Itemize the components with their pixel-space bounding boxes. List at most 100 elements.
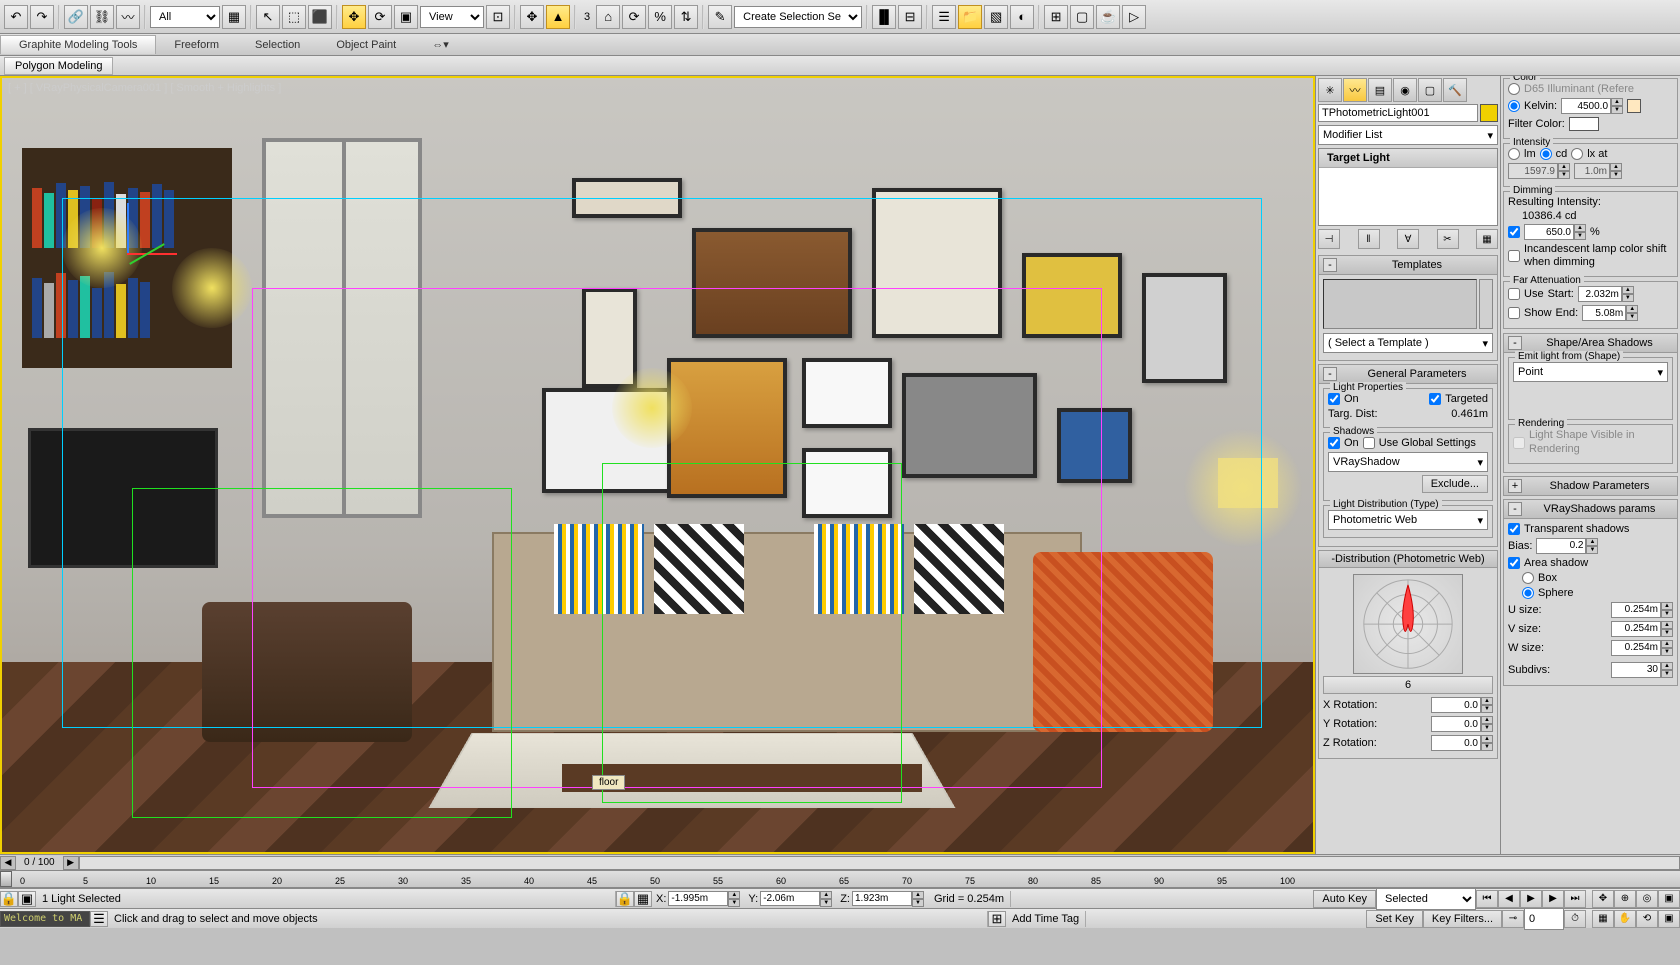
dimming-checkbox[interactable]: [1508, 226, 1520, 238]
manipulate-button[interactable]: ✥: [520, 5, 544, 29]
xrot-dn[interactable]: ▼: [1481, 705, 1493, 713]
tab-graphite[interactable]: Graphite Modeling Tools: [0, 35, 156, 54]
template-dropdown[interactable]: ( Select a Template ): [1323, 333, 1493, 353]
hierarchy-tab[interactable]: ▤: [1368, 78, 1392, 102]
y-input[interactable]: [760, 891, 820, 906]
template-scroll[interactable]: [1479, 279, 1493, 329]
next-frame-button[interactable]: ▶: [1542, 890, 1564, 908]
viewport-nav-1[interactable]: ✥: [1592, 890, 1614, 908]
pivot-button[interactable]: ⊡: [486, 5, 510, 29]
add-time-tag[interactable]: Add Time Tag: [1006, 911, 1086, 927]
box-radio[interactable]: [1522, 572, 1534, 584]
render-button[interactable]: ☕: [1096, 5, 1120, 29]
yrot-dn[interactable]: ▼: [1481, 724, 1493, 732]
polygon-modeling-tab[interactable]: Polygon Modeling: [4, 57, 113, 75]
make-unique-button[interactable]: ∀: [1397, 229, 1419, 249]
undo-button[interactable]: ↶: [4, 5, 28, 29]
timeline-ruler[interactable]: 0510152025303540455055606570758085909510…: [0, 870, 1680, 888]
key-mode-dropdown[interactable]: Selected: [1376, 888, 1476, 910]
general-params-rollout-header[interactable]: -General Parameters: [1318, 364, 1498, 384]
time-tag-icon[interactable]: ⊞: [988, 911, 1006, 927]
pin-stack-button[interactable]: ⊣: [1318, 229, 1340, 249]
photometric-web-preview[interactable]: [1353, 574, 1463, 674]
stack-target-light[interactable]: Target Light: [1319, 149, 1497, 168]
modify-tab[interactable]: 〰: [1343, 78, 1367, 102]
x-input[interactable]: [668, 891, 728, 906]
viewport-nav-8[interactable]: ▣: [1658, 910, 1680, 928]
sphere-radio[interactable]: [1522, 587, 1534, 599]
create-tab[interactable]: ✳: [1318, 78, 1342, 102]
set-key-button[interactable]: Set Key: [1366, 910, 1423, 928]
exclude-button[interactable]: Exclude...: [1422, 475, 1488, 493]
select-object-button[interactable]: ↖: [256, 5, 280, 29]
tab-object-paint[interactable]: Object Paint: [318, 36, 414, 54]
subdivs-input[interactable]: [1611, 662, 1661, 678]
viewport-nav-4[interactable]: ▣: [1658, 890, 1680, 908]
zrot-input[interactable]: [1431, 735, 1481, 751]
modifier-list-dropdown[interactable]: Modifier List: [1318, 125, 1498, 145]
lock-button[interactable]: 🔒: [0, 891, 18, 907]
prev-frame-button[interactable]: ◀: [1498, 890, 1520, 908]
show-end-result-button[interactable]: ‖: [1358, 229, 1380, 249]
modifier-stack[interactable]: Target Light: [1318, 148, 1498, 226]
render-last-button[interactable]: ▷: [1122, 5, 1146, 29]
bind-button[interactable]: 〰: [116, 5, 140, 29]
ribbon-minimize-button[interactable]: ⇔▾: [414, 35, 467, 54]
shadows-on-checkbox[interactable]: [1328, 437, 1340, 449]
ref-coord-dropdown[interactable]: View: [420, 6, 484, 28]
lm-radio[interactable]: [1508, 148, 1520, 160]
targeted-checkbox[interactable]: [1429, 393, 1441, 405]
xrot-input[interactable]: [1431, 697, 1481, 713]
far-end-input[interactable]: [1582, 305, 1626, 321]
filter-color-swatch[interactable]: [1569, 117, 1599, 131]
light-on-checkbox[interactable]: [1328, 393, 1340, 405]
area-shadow-checkbox[interactable]: [1508, 557, 1520, 569]
play-button[interactable]: ▶: [1520, 890, 1542, 908]
viewport-nav-3[interactable]: ◎: [1636, 890, 1658, 908]
timeline-thumb[interactable]: [0, 871, 12, 887]
current-frame-input[interactable]: [1524, 908, 1564, 930]
bias-input[interactable]: [1536, 538, 1586, 554]
redo-button[interactable]: ↷: [30, 5, 54, 29]
keyboard-shortcut-button[interactable]: ▲: [546, 5, 570, 29]
select-crossing-button[interactable]: ▦: [222, 5, 246, 29]
scroll-track[interactable]: [79, 856, 1680, 870]
usize-input[interactable]: [1611, 602, 1661, 618]
spinner-snap-button[interactable]: ⇅: [674, 5, 698, 29]
viewport-nav-5[interactable]: ▦: [1592, 910, 1614, 928]
object-color-swatch[interactable]: [1480, 104, 1498, 122]
transparent-shadows-checkbox[interactable]: [1508, 523, 1520, 535]
object-name-input[interactable]: [1318, 104, 1478, 122]
display-tab[interactable]: ▢: [1418, 78, 1442, 102]
web-file-button[interactable]: 6: [1323, 676, 1493, 694]
shadow-type-dropdown[interactable]: VRayShadow: [1328, 452, 1488, 472]
maxscript-prompt[interactable]: [0, 911, 90, 927]
tab-freeform[interactable]: Freeform: [156, 36, 237, 54]
kelvin-input[interactable]: [1561, 98, 1611, 114]
select-region-button[interactable]: ⬚: [282, 5, 306, 29]
auto-key-button[interactable]: Auto Key: [1313, 890, 1376, 908]
angle-snap-button[interactable]: ⟳: [622, 5, 646, 29]
vray-shadows-rollout-header[interactable]: -VRayShadows params: [1503, 499, 1678, 519]
curve-editor-button[interactable]: 📁: [958, 5, 982, 29]
goto-end-button[interactable]: ⏭: [1564, 890, 1586, 908]
yrot-input[interactable]: [1431, 716, 1481, 732]
motion-tab[interactable]: ◉: [1393, 78, 1417, 102]
zrot-up[interactable]: ▲: [1481, 735, 1493, 743]
key-filters-button[interactable]: Key Filters...: [1423, 910, 1502, 928]
kelvin-radio[interactable]: [1508, 100, 1520, 112]
distribution-dropdown[interactable]: Photometric Web: [1328, 510, 1488, 530]
templates-rollout-header[interactable]: -Templates: [1318, 255, 1498, 275]
select-move-button[interactable]: ✥: [342, 5, 366, 29]
wsize-input[interactable]: [1611, 640, 1661, 656]
far-show-checkbox[interactable]: [1508, 307, 1520, 319]
mirror-button[interactable]: ▐▌: [872, 5, 896, 29]
shadow-params-rollout-header[interactable]: +Shadow Parameters: [1503, 476, 1678, 496]
use-global-checkbox[interactable]: [1363, 437, 1375, 449]
render-setup-button[interactable]: ⊞: [1044, 5, 1068, 29]
z-input[interactable]: [852, 891, 912, 906]
incand-checkbox[interactable]: [1508, 250, 1520, 262]
emit-shape-dropdown[interactable]: Point: [1513, 362, 1668, 382]
viewport-nav-2[interactable]: ⊕: [1614, 890, 1636, 908]
selection-filter-dropdown[interactable]: All: [150, 6, 220, 28]
